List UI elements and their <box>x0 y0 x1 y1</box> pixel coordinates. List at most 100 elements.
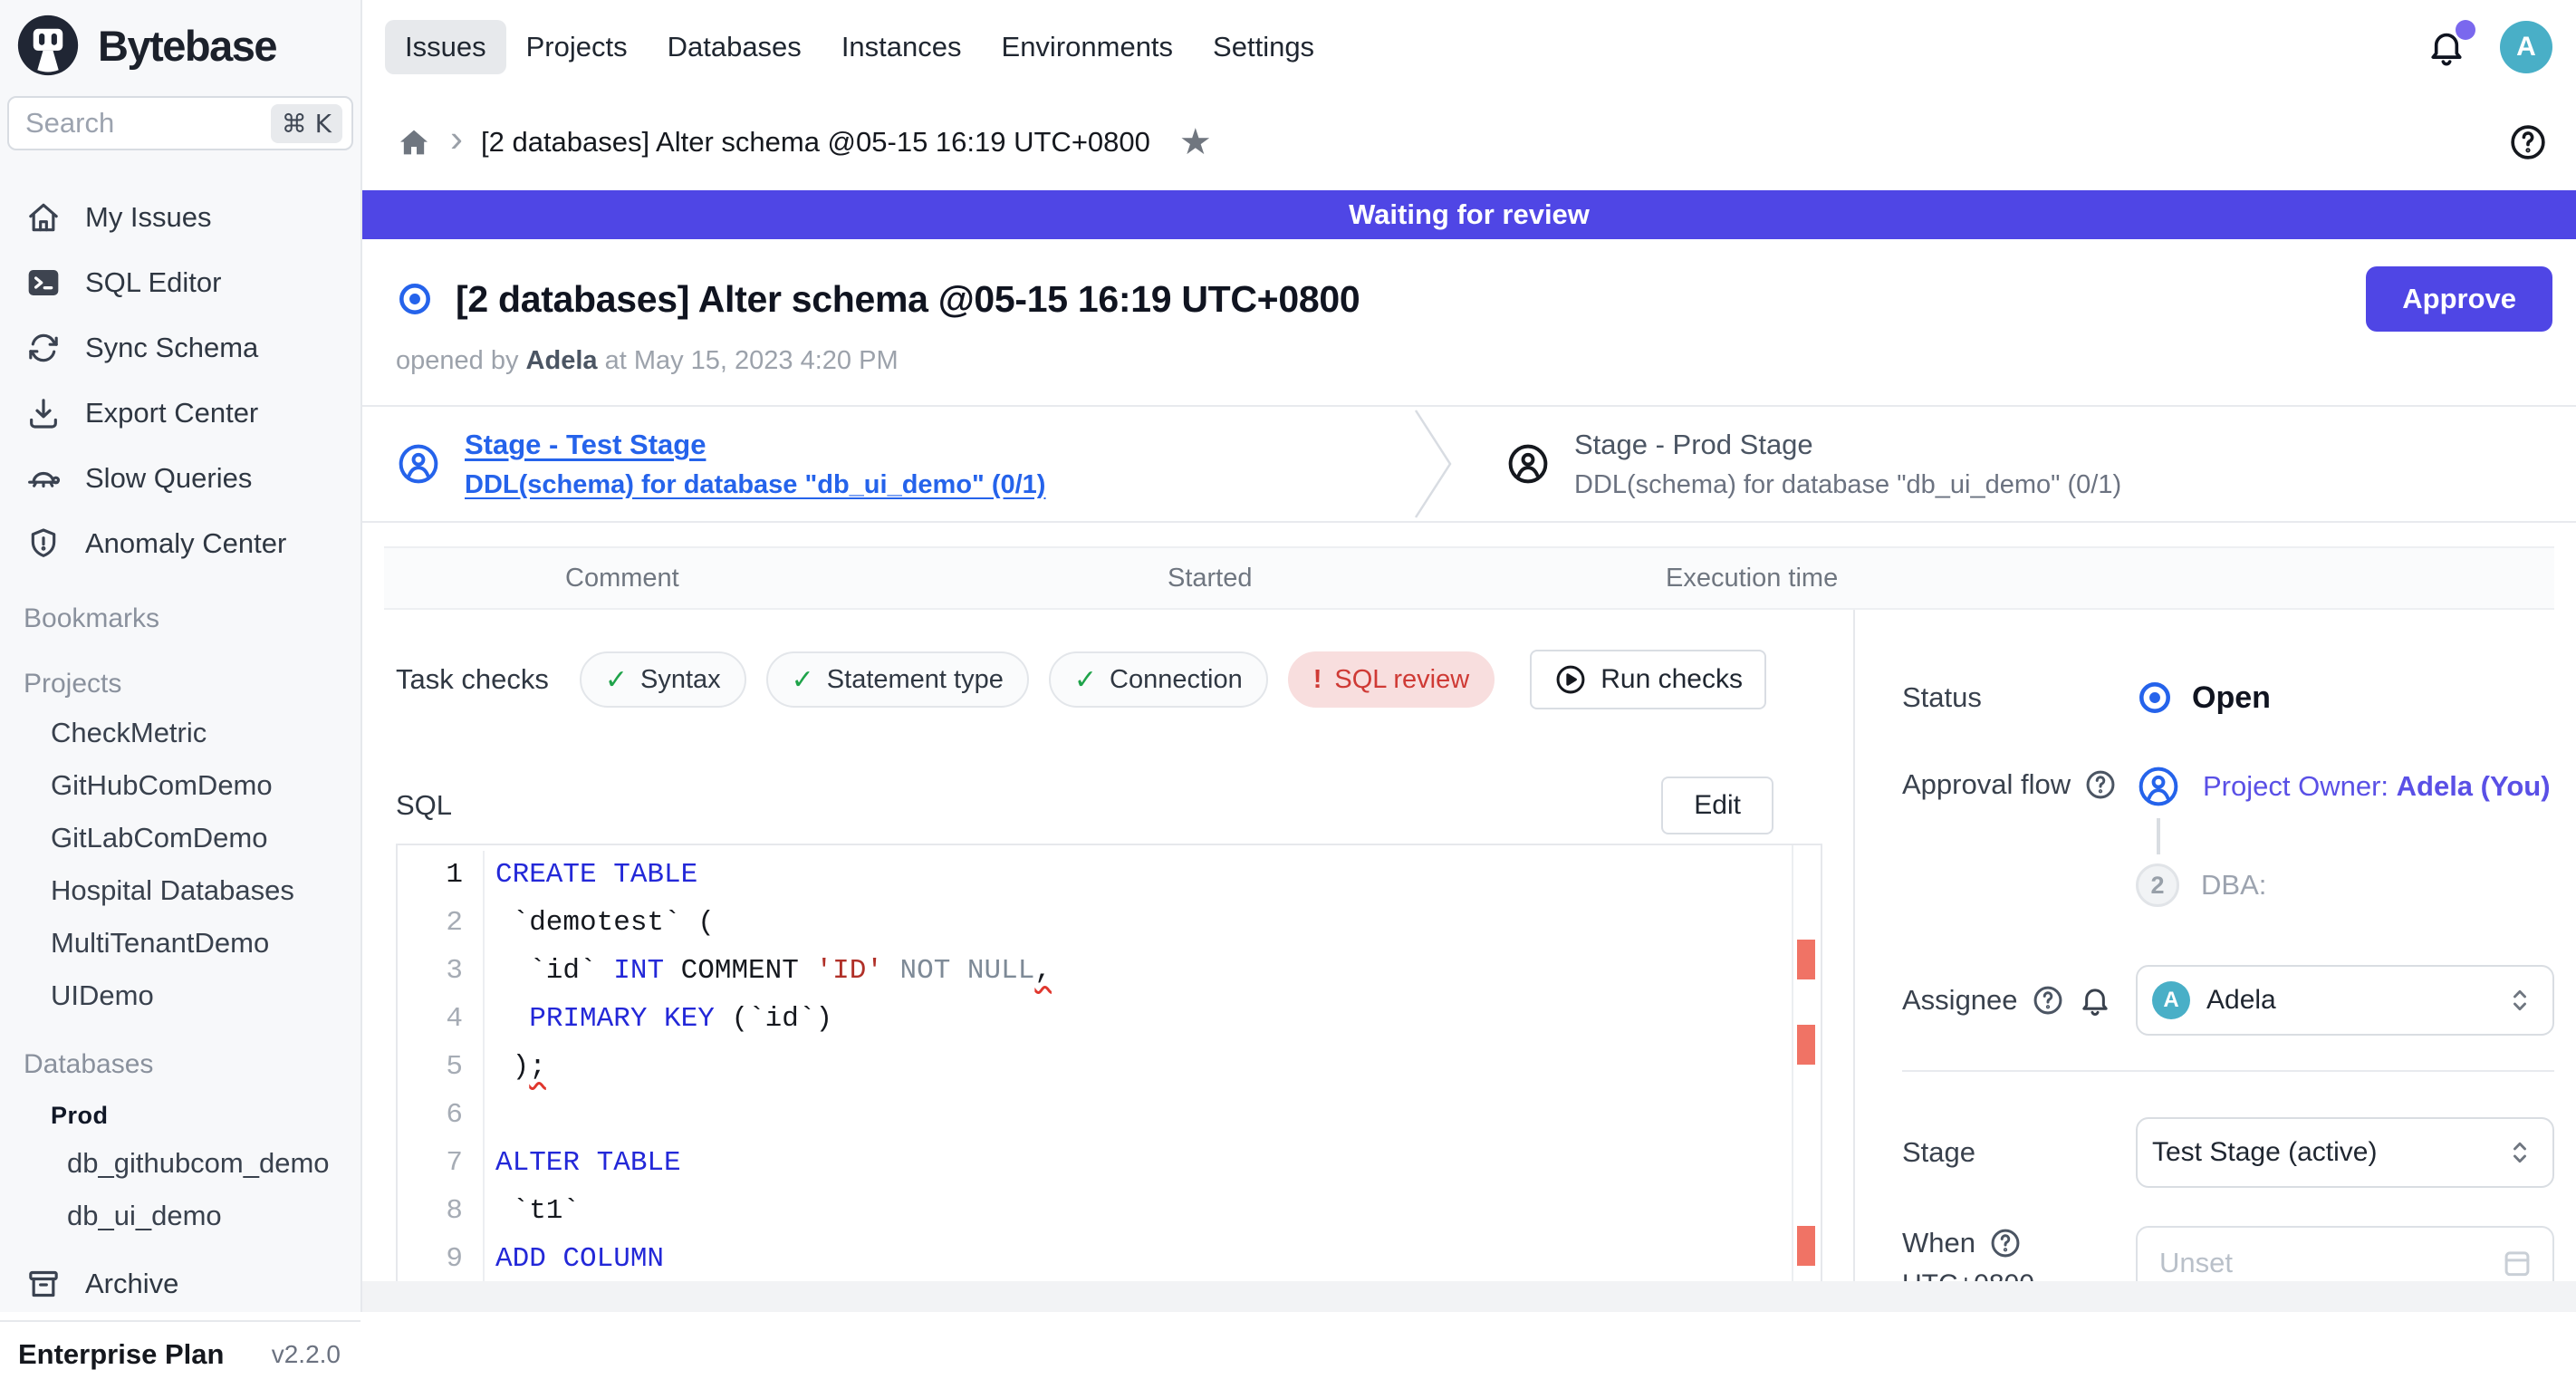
notify-bell-icon[interactable] <box>2078 983 2112 1018</box>
bookmarks-section-label[interactable]: Bookmarks <box>0 576 360 641</box>
project-list: CheckMetric GitHubComDemo GitLabComDemo … <box>0 707 360 1022</box>
check-pill-statement-type[interactable]: ✓ Statement type <box>766 651 1029 708</box>
chevron-updown-icon <box>2504 984 2536 1017</box>
nav-databases[interactable]: Databases <box>648 20 822 74</box>
approve-button[interactable]: Approve <box>2366 266 2552 332</box>
help-icon[interactable] <box>1988 1226 2023 1260</box>
logo[interactable]: Bytebase <box>0 0 360 91</box>
sidebar-project-gitlabcomdemo[interactable]: GitLabComDemo <box>0 812 360 864</box>
plan-footer[interactable]: Enterprise Plan v2.2.0 <box>0 1320 360 1389</box>
sidebar-db-githubcom-demo[interactable]: db_githubcom_demo <box>0 1137 360 1190</box>
search-input[interactable]: Search ⌘ K <box>7 96 353 150</box>
approval-step-index: 2 <box>2136 863 2179 907</box>
open-status-icon <box>396 280 434 318</box>
stage-card-test[interactable]: Stage - Test Stage DDL(schema) for datab… <box>362 429 1413 500</box>
sidebar-project-githubcomdemo[interactable]: GitHubComDemo <box>0 759 360 812</box>
calendar-icon[interactable] <box>2500 1246 2534 1280</box>
check-pill-sql-review[interactable]: ! SQL review <box>1288 651 1495 708</box>
home-icon <box>25 199 62 236</box>
approval-connector-line <box>2157 818 2160 854</box>
play-circle-icon <box>1553 662 1588 697</box>
sql-editor[interactable]: 1CREATE TABLE2 `demotest` (3 `id` INT CO… <box>396 844 1822 1284</box>
approval-flow-row: Approval flow Project Owner: Adela (You)… <box>1902 764 2554 907</box>
code-token: ADD COLUMN <box>495 1243 664 1275</box>
code-token: ALTER TABLE <box>495 1147 681 1179</box>
code-token: `t1` <box>495 1195 580 1227</box>
column-header-started: Started <box>1168 564 1666 593</box>
check-pill-syntax[interactable]: ✓ Syntax <box>580 651 746 708</box>
avatar[interactable]: A <box>2500 21 2552 73</box>
nav-settings[interactable]: Settings <box>1193 20 1334 74</box>
edit-sql-button[interactable]: Edit <box>1661 776 1773 834</box>
assignee-row: Assignee A Adela <box>1902 965 2554 1036</box>
approval-assignee[interactable]: Adela (You) <box>2397 770 2551 802</box>
issue-side-panel: Status Open Approval flow Project Owner:… <box>1853 610 2576 1312</box>
stage-task-link[interactable]: DDL(schema) for database "db_ui_demo" (0… <box>465 470 1045 500</box>
nav-instances[interactable]: Instances <box>822 20 982 74</box>
stage-select[interactable]: Test Stage (active) <box>2136 1117 2554 1188</box>
database-list: db_githubcom_demo db_ui_demo <box>0 1137 360 1242</box>
approval-role: DBA: <box>2201 869 2266 902</box>
sidebar-item-sync-schema[interactable]: Sync Schema <box>0 315 360 381</box>
code-text: `demotest` ( <box>485 907 715 939</box>
nav-issues[interactable]: Issues <box>385 20 506 74</box>
notifications-bell-icon[interactable] <box>2426 26 2467 68</box>
sidebar-item-sql-editor[interactable]: SQL Editor <box>0 250 360 315</box>
star-icon[interactable]: ★ <box>1179 124 1212 160</box>
code-token: 'ID' <box>815 955 882 987</box>
nav-environments[interactable]: Environments <box>982 20 1194 74</box>
check-error-icon: ! <box>1313 665 1322 695</box>
overview-ruler[interactable] <box>1792 845 1821 1282</box>
check-pill-connection[interactable]: ✓ Connection <box>1049 651 1268 708</box>
sidebar-item-export-center[interactable]: Export Center <box>0 381 360 446</box>
nav-projects[interactable]: Projects <box>506 20 648 74</box>
sidebar-item-label: Anomaly Center <box>85 527 286 560</box>
projects-section-label[interactable]: Projects <box>0 641 360 707</box>
sidebar-item-anomaly-center[interactable]: Anomaly Center <box>0 511 360 576</box>
help-icon[interactable] <box>2031 983 2065 1018</box>
chevron-updown-icon <box>2504 1136 2536 1169</box>
stage-name-link[interactable]: Stage - Test Stage <box>465 429 1045 461</box>
approval-flow-label-wrap: Approval flow <box>1902 767 2136 802</box>
approval-step-2: 2 DBA: <box>2136 863 2551 907</box>
sidebar-project-hospital-databases[interactable]: Hospital Databases <box>0 864 360 917</box>
stage-card-prod[interactable]: Stage - Prod Stage DDL(schema) for datab… <box>1455 429 2121 500</box>
line-number: 3 <box>398 947 485 995</box>
sync-icon <box>25 330 62 366</box>
code-lines: 1CREATE TABLE2 `demotest` (3 `id` INT CO… <box>398 845 1792 1282</box>
help-icon[interactable] <box>2083 767 2118 802</box>
sidebar-project-multitenantdemo[interactable]: MultiTenantDemo <box>0 917 360 969</box>
help-icon[interactable] <box>2507 121 2549 163</box>
task-detail-column: Task checks ✓ Syntax ✓ Statement type ✓ … <box>362 610 1853 1312</box>
assignee-select[interactable]: A Adela <box>2136 965 2554 1036</box>
opened-prefix: opened by <box>396 346 518 375</box>
check-pass-icon: ✓ <box>1074 664 1097 696</box>
code-line: 8 `t1` <box>398 1187 1792 1235</box>
shield-icon <box>25 526 62 562</box>
sidebar-item-archive[interactable]: Archive <box>0 1242 360 1320</box>
code-token: ; <box>529 1051 546 1083</box>
databases-section-label[interactable]: Databases <box>0 1022 360 1087</box>
sidebar-item-slow-queries[interactable]: Slow Queries <box>0 446 360 511</box>
home-icon[interactable] <box>396 124 432 160</box>
run-checks-button[interactable]: Run checks <box>1530 650 1766 709</box>
open-status-icon <box>2136 679 2174 717</box>
sidebar-item-my-issues[interactable]: My Issues <box>0 185 360 250</box>
issue-author[interactable]: Adela <box>526 346 598 375</box>
assignee-label-wrap: Assignee <box>1902 983 2136 1018</box>
breadcrumb: › [2 databases] Alter schema @05-15 16:1… <box>362 94 2576 190</box>
line-number: 7 <box>398 1139 485 1187</box>
code-line: 3 `id` INT COMMENT 'ID' NOT NULL, <box>398 947 1792 995</box>
status-label: Status <box>1902 681 2136 714</box>
code-token: COMMENT <box>664 955 815 987</box>
line-number: 5 <box>398 1043 485 1091</box>
sidebar-db-ui-demo[interactable]: db_ui_demo <box>0 1190 360 1242</box>
lint-mark <box>1797 1226 1815 1266</box>
issue-title-row: [2 databases] Alter schema @05-15 16:19 … <box>362 239 2576 332</box>
terminal-icon <box>25 265 62 301</box>
status-banner: Waiting for review <box>362 190 2576 239</box>
approval-role: Project Owner: <box>2203 770 2397 802</box>
code-text: ); <box>485 1051 546 1083</box>
sidebar-project-checkmetric[interactable]: CheckMetric <box>0 707 360 759</box>
sidebar-project-uidemo[interactable]: UIDemo <box>0 969 360 1022</box>
